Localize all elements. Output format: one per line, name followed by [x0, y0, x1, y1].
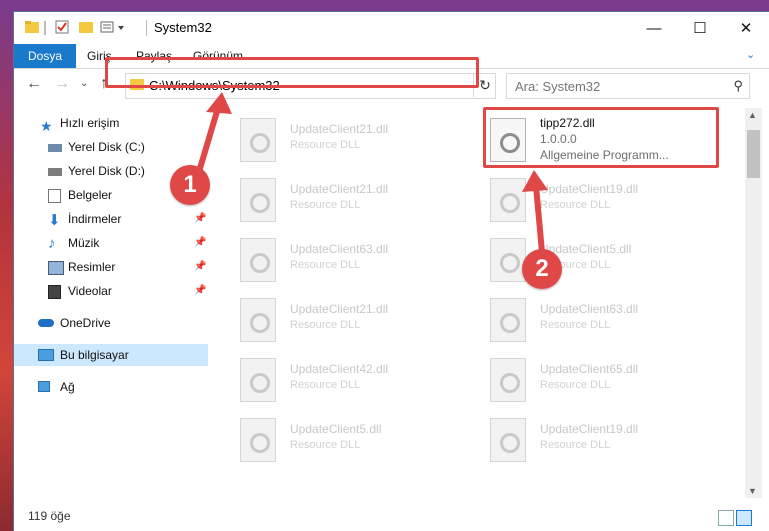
dll-file-icon	[490, 298, 526, 342]
dll-file-icon	[490, 238, 526, 282]
dll-file-icon	[490, 358, 526, 402]
callout-1: 1	[170, 165, 210, 205]
dll-file-icon	[240, 418, 276, 462]
sidebar-item-videos[interactable]: Videolar 📌	[14, 280, 208, 302]
close-button[interactable]: ✕	[723, 12, 769, 44]
pin-icon[interactable]: 📌	[194, 256, 206, 278]
sidebar-item-quick-access[interactable]: ★ Hızlı erişim	[14, 112, 208, 134]
sidebar-item-this-pc[interactable]: Bu bilgisayar	[14, 344, 208, 366]
cloud-icon	[38, 319, 54, 327]
music-icon: ♪	[48, 235, 56, 252]
download-icon: ⬇	[48, 212, 61, 229]
file-item[interactable]: UpdateClient19.dll Resource DLL	[482, 412, 722, 464]
file-item[interactable]: UpdateClient21.dll Resource DLL	[232, 172, 472, 224]
file-highlight-box	[483, 107, 719, 168]
properties-icon[interactable]	[54, 19, 72, 37]
file-item[interactable]: UpdateClient5.dll Resource DLL	[232, 412, 472, 464]
network-icon	[38, 381, 50, 392]
forward-arrow-icon[interactable]: →	[54, 75, 70, 93]
search-input[interactable]	[513, 77, 717, 95]
dll-file-icon	[240, 238, 276, 282]
sidebar-item-disk-c[interactable]: Yerel Disk (C:)	[14, 136, 208, 158]
sidebar-item-network[interactable]: Ağ	[14, 376, 208, 398]
file-item[interactable]: UpdateClient63.dll Resource DLL	[482, 292, 722, 344]
dll-file-icon	[240, 298, 276, 342]
dll-file-icon	[240, 178, 276, 222]
pin-icon[interactable]: 📌	[194, 208, 206, 230]
drive-icon	[48, 168, 62, 176]
status-bar: 119 öğe	[14, 500, 769, 531]
tab-file[interactable]: Dosya	[14, 44, 77, 68]
pin-icon[interactable]: 📌	[194, 280, 206, 302]
recent-locations-icon[interactable]: ⌄	[80, 78, 88, 89]
scrollbar-thumb[interactable]	[747, 130, 760, 178]
vertical-scrollbar[interactable]: ▲ ▼	[745, 108, 762, 498]
maximize-button[interactable]: ☐	[677, 12, 723, 44]
new-folder-icon[interactable]	[78, 19, 96, 37]
computer-icon	[38, 349, 54, 361]
scroll-down-icon[interactable]: ▼	[748, 486, 757, 496]
sidebar-item-downloads[interactable]: ⬇ İndirmeler 📌	[14, 208, 208, 230]
file-item[interactable]: UpdateClient5.dll Resource DLL	[482, 232, 722, 284]
sidebar-item-pictures[interactable]: Resimler 📌	[14, 256, 208, 278]
drive-icon	[48, 144, 62, 152]
callout-2: 2	[522, 249, 562, 289]
dll-file-icon	[240, 358, 276, 402]
explorer-window: System32 — ☐ ✕ Dosya Giriş Paylaş Görünü…	[14, 12, 769, 531]
scroll-up-icon[interactable]: ▲	[748, 110, 757, 120]
file-item[interactable]: UpdateClient19.dll Resource DLL	[482, 172, 722, 224]
details-view-icon[interactable]	[718, 510, 734, 526]
dll-file-icon	[490, 178, 526, 222]
dll-file-icon	[490, 418, 526, 462]
large-icons-view-icon[interactable]	[736, 510, 752, 526]
pictures-icon	[48, 261, 64, 275]
video-icon	[48, 285, 61, 299]
sidebar-item-onedrive[interactable]: OneDrive	[14, 312, 208, 334]
documents-icon	[48, 189, 61, 203]
folder-icon	[24, 19, 42, 37]
file-item[interactable]: UpdateClient21.dll Resource DLL	[232, 112, 472, 164]
search-icon[interactable]: ⚲	[733, 78, 743, 94]
customize-quick-access-icon[interactable]	[100, 19, 124, 37]
back-arrow-icon[interactable]: ←	[26, 75, 42, 93]
window-title: System32	[154, 20, 212, 35]
star-icon: ★	[40, 118, 53, 134]
dll-file-icon	[240, 118, 276, 162]
search-box[interactable]: ⚲	[506, 73, 750, 99]
minimize-button[interactable]: —	[631, 12, 677, 44]
item-count: 119 öğe	[28, 509, 71, 523]
address-highlight-box	[105, 57, 479, 88]
file-item[interactable]: UpdateClient21.dll Resource DLL	[232, 292, 472, 344]
sidebar-item-music[interactable]: ♪ Müzik 📌	[14, 232, 208, 254]
title-bar: System32 — ☐ ✕	[14, 12, 769, 44]
separator	[146, 20, 147, 36]
ribbon-expand-icon[interactable]: ⌄	[746, 48, 755, 61]
file-item[interactable]: UpdateClient42.dll Resource DLL	[232, 352, 472, 404]
separator	[44, 21, 46, 35]
pin-icon[interactable]: 📌	[194, 232, 206, 254]
file-item[interactable]: UpdateClient63.dll Resource DLL	[232, 232, 472, 284]
file-item[interactable]: UpdateClient65.dll Resource DLL	[482, 352, 722, 404]
